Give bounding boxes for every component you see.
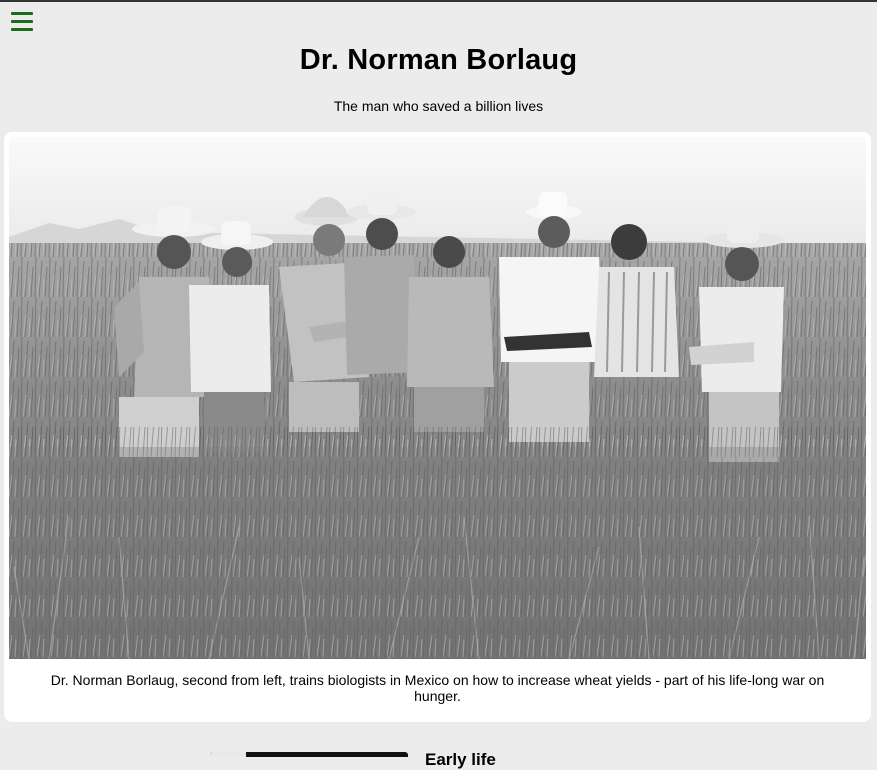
photo-caption: Dr. Norman Borlaug, second from left, tr… bbox=[50, 672, 825, 704]
borlaug-wheat-field-photo bbox=[9, 137, 866, 659]
menu-bar bbox=[11, 20, 33, 23]
hamburger-menu-icon[interactable] bbox=[11, 12, 33, 32]
next-section-heading: Early life bbox=[425, 750, 496, 769]
menu-bar bbox=[11, 28, 33, 31]
menu-bar bbox=[11, 12, 33, 15]
page-subtitle: The man who saved a billion lives bbox=[333, 98, 544, 114]
page-title: Dr. Norman Borlaug bbox=[299, 44, 578, 76]
photo-card: Dr. Norman Borlaug, second from left, tr… bbox=[4, 132, 871, 722]
